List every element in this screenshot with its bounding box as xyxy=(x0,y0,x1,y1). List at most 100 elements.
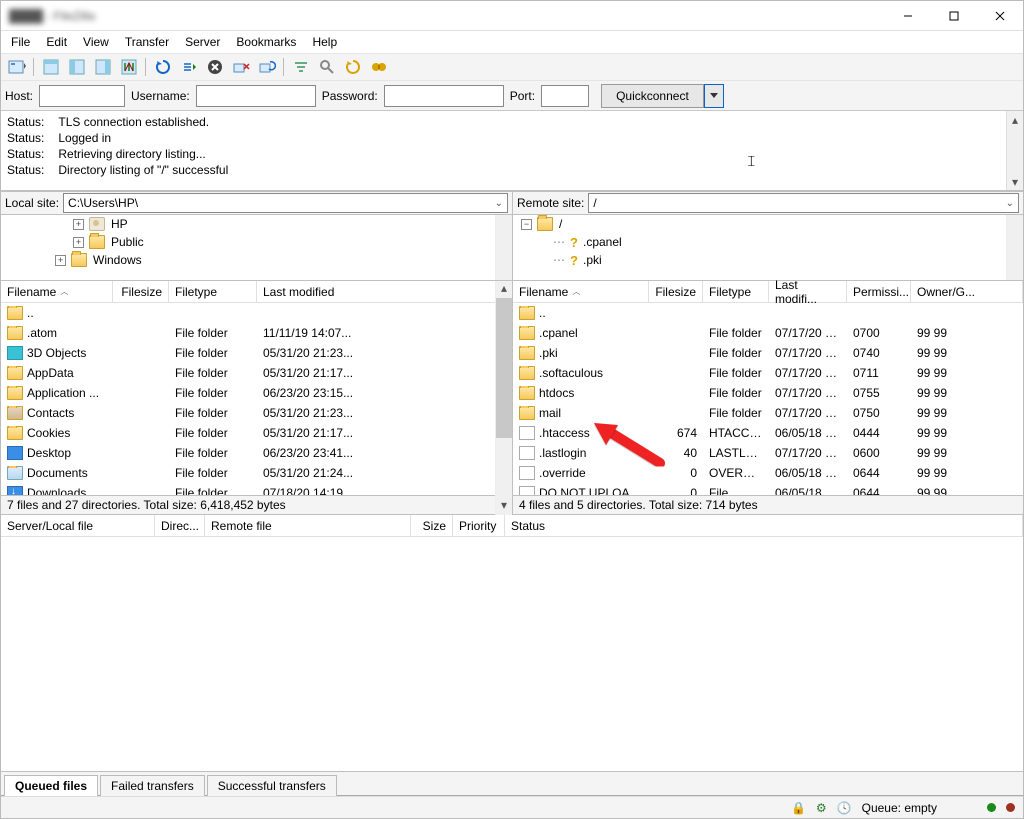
list-item[interactable]: Documents File folder 05/31/20 21:24... xyxy=(1,463,512,483)
col-server-file[interactable]: Server/Local file xyxy=(1,515,155,536)
list-item[interactable]: DO NOT UPLOA... 0 File 06/05/18 2... 064… xyxy=(513,483,1023,495)
list-item[interactable]: htdocs File folder 07/17/20 2... 0755 99… xyxy=(513,383,1023,403)
tree-scrollbar[interactable] xyxy=(495,215,512,280)
list-item[interactable]: Desktop File folder 06/23/20 23:41... xyxy=(1,443,512,463)
toggle-queue-button[interactable] xyxy=(117,56,141,78)
toggle-log-button[interactable] xyxy=(39,56,63,78)
local-site-input[interactable]: C:\Users\HP\ ⌄ xyxy=(63,193,508,213)
refresh-button[interactable] xyxy=(151,56,175,78)
menu-file[interactable]: File xyxy=(3,33,38,51)
maximize-button[interactable] xyxy=(931,1,977,31)
tree-item[interactable]: / xyxy=(559,217,562,231)
tab-failed[interactable]: Failed transfers xyxy=(100,775,205,796)
window-title: ████ - FileZilla xyxy=(1,9,885,23)
local-tree[interactable]: + HP + Public + Windows xyxy=(1,215,513,281)
username-input[interactable] xyxy=(196,85,316,107)
col-filesize[interactable]: Filesize xyxy=(113,281,169,302)
collapse-icon[interactable]: − xyxy=(521,219,532,230)
list-item[interactable]: .override 0 OVERRI... 06/05/18 2... 0644… xyxy=(513,463,1023,483)
col-permissions[interactable]: Permissi... xyxy=(847,281,911,302)
queue-body[interactable] xyxy=(1,537,1023,772)
expand-icon[interactable]: + xyxy=(55,255,66,266)
host-input[interactable] xyxy=(39,85,125,107)
tab-successful[interactable]: Successful transfers xyxy=(207,775,337,796)
remote-tree[interactable]: −/ ⋯?.cpanel ⋯?.pki xyxy=(513,215,1023,281)
toggle-local-tree-button[interactable] xyxy=(65,56,89,78)
gear-icon[interactable]: ⚙ xyxy=(816,801,827,815)
menu-help[interactable]: Help xyxy=(304,33,345,51)
col-filename[interactable]: Filename︿ xyxy=(1,281,113,302)
disconnect-button[interactable] xyxy=(229,56,253,78)
quickconnect-button[interactable]: Quickconnect xyxy=(601,84,704,108)
list-item[interactable]: 3D Objects File folder 05/31/20 21:23... xyxy=(1,343,512,363)
list-item[interactable]: AppData File folder 05/31/20 21:17... xyxy=(1,363,512,383)
sync-browse-button[interactable] xyxy=(341,56,365,78)
close-button[interactable] xyxy=(977,1,1023,31)
list-item[interactable]: Downloads File folder 07/18/20 14:19... xyxy=(1,483,512,495)
menu-bookmarks[interactable]: Bookmarks xyxy=(228,33,304,51)
col-filetype[interactable]: Filetype xyxy=(703,281,769,302)
list-scrollbar[interactable]: ▴▾ xyxy=(495,281,512,515)
col-size[interactable]: Size xyxy=(411,515,453,536)
menu-edit[interactable]: Edit xyxy=(38,33,75,51)
list-item[interactable]: Contacts File folder 05/31/20 21:23... xyxy=(1,403,512,423)
list-item[interactable]: mail File folder 07/17/20 2... 0750 99 9… xyxy=(513,403,1023,423)
col-modified[interactable]: Last modifi... xyxy=(769,281,847,302)
list-item[interactable]: Application ... File folder 06/23/20 23:… xyxy=(1,383,512,403)
list-item[interactable]: .. xyxy=(513,303,1023,323)
list-item[interactable]: Cookies File folder 05/31/20 21:17... xyxy=(1,423,512,443)
scroll-up-icon[interactable]: ▴ xyxy=(1007,111,1023,128)
tree-item[interactable]: Windows xyxy=(93,253,142,267)
remote-list-header[interactable]: Filename︿ Filesize Filetype Last modifi.… xyxy=(513,281,1023,303)
col-owner[interactable]: Owner/G... xyxy=(911,281,1023,302)
tree-item[interactable]: .cpanel xyxy=(583,235,622,249)
list-item[interactable]: .lastlogin 40 LASTLO... 07/17/20 2... 06… xyxy=(513,443,1023,463)
minimize-button[interactable] xyxy=(885,1,931,31)
search-button[interactable] xyxy=(315,56,339,78)
scroll-down-icon[interactable]: ▾ xyxy=(1007,173,1023,190)
expand-icon[interactable]: + xyxy=(73,237,84,248)
dropdown-icon[interactable]: ⌄ xyxy=(1006,198,1014,209)
sitemanager-button[interactable] xyxy=(5,56,29,78)
folder-icon xyxy=(71,253,87,267)
expand-icon[interactable]: + xyxy=(73,219,84,230)
filter-button[interactable] xyxy=(289,56,313,78)
tree-item[interactable]: HP xyxy=(111,217,128,231)
list-item[interactable]: .cpanel File folder 07/17/20 2... 0700 9… xyxy=(513,323,1023,343)
tab-queued[interactable]: Queued files xyxy=(4,775,98,796)
local-list-header[interactable]: Filename︿ Filesize Filetype Last modifie… xyxy=(1,281,512,303)
dropdown-icon[interactable]: ⌄ xyxy=(495,198,503,209)
col-status[interactable]: Status xyxy=(505,515,1023,536)
toggle-remote-tree-button[interactable] xyxy=(91,56,115,78)
list-item[interactable]: .pki File folder 07/17/20 2... 0740 99 9… xyxy=(513,343,1023,363)
col-remote-file[interactable]: Remote file xyxy=(205,515,411,536)
col-priority[interactable]: Priority xyxy=(453,515,505,536)
tree-item[interactable]: Public xyxy=(111,235,144,249)
list-item[interactable]: .softaculous File folder 07/17/20 2... 0… xyxy=(513,363,1023,383)
list-item[interactable]: .atom File folder 11/11/19 14:07... xyxy=(1,323,512,343)
port-input[interactable] xyxy=(541,85,589,107)
password-input[interactable] xyxy=(384,85,504,107)
col-filesize[interactable]: Filesize xyxy=(649,281,703,302)
tree-item[interactable]: .pki xyxy=(583,253,602,267)
cancel-button[interactable] xyxy=(203,56,227,78)
message-log[interactable]: Status:TLS connection established.Status… xyxy=(1,111,1023,191)
process-queue-button[interactable] xyxy=(177,56,201,78)
col-direction[interactable]: Direc... xyxy=(155,515,205,536)
queue-header[interactable]: Server/Local file Direc... Remote file S… xyxy=(1,515,1023,537)
col-modified[interactable]: Last modified xyxy=(257,281,512,302)
tree-scrollbar[interactable] xyxy=(1006,215,1023,280)
remote-site-input[interactable]: / ⌄ xyxy=(588,193,1019,213)
list-item[interactable]: .htaccess 674 HTACCE... 06/05/18 2... 04… xyxy=(513,423,1023,443)
menu-server[interactable]: Server xyxy=(177,33,228,51)
site-paths-row: Local site: C:\Users\HP\ ⌄ Remote site: … xyxy=(1,191,1023,215)
log-scrollbar[interactable]: ▴ ▾ xyxy=(1006,111,1023,190)
quickconnect-dropdown[interactable] xyxy=(704,84,724,108)
col-filename[interactable]: Filename︿ xyxy=(513,281,649,302)
compare-button[interactable] xyxy=(367,56,391,78)
col-filetype[interactable]: Filetype xyxy=(169,281,257,302)
menu-view[interactable]: View xyxy=(75,33,117,51)
list-item[interactable]: .. xyxy=(1,303,512,323)
menu-transfer[interactable]: Transfer xyxy=(117,33,177,51)
reconnect-button[interactable] xyxy=(255,56,279,78)
